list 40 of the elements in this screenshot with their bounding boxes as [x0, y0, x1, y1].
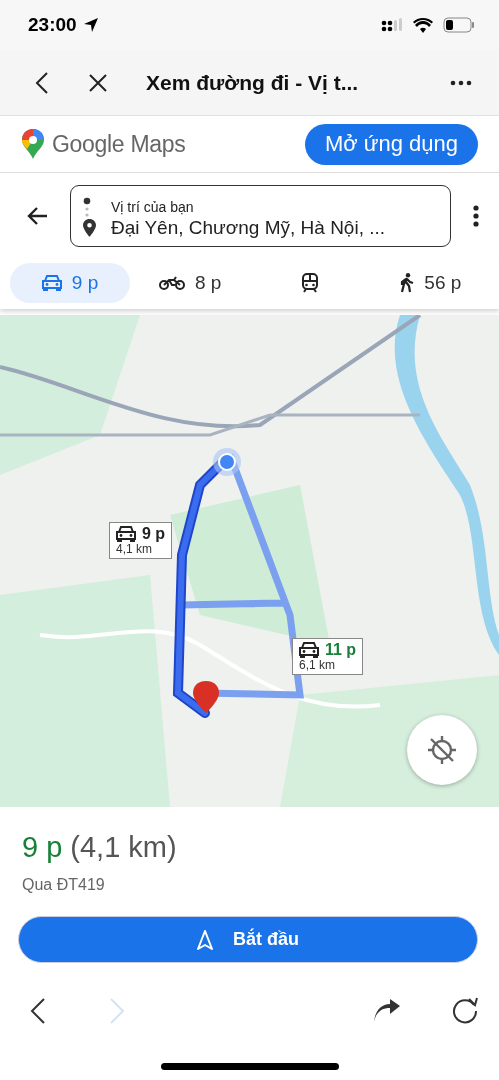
origin-dots-icon: [83, 197, 91, 217]
destination-text: Đại Yên, Chương Mỹ, Hà Nội, ...: [111, 217, 387, 239]
train-icon: [302, 273, 319, 293]
close-icon: [89, 73, 107, 92]
motorbike-icon: [158, 275, 185, 291]
route-field[interactable]: Vị trí của bạn Đại Yên, Chương Mỹ, Hà Nội, ...: [70, 185, 451, 247]
logo-text: Google Maps: [52, 130, 186, 158]
travel-mode-tab[interactable]: 9 p: [10, 263, 130, 303]
travel-distance: (4,1 km): [70, 831, 177, 864]
destination-pin-icon: [83, 219, 96, 237]
start-button[interactable]: Bắt đầu: [18, 916, 478, 963]
reload-icon: [451, 997, 479, 1025]
signal-icon: [381, 18, 403, 32]
map-pin-logo-icon: [22, 129, 44, 159]
battery-icon: [443, 17, 475, 33]
chevron-right-icon: [108, 998, 125, 1024]
walking-person-icon: [400, 273, 415, 293]
route-time-callout[interactable]: 9 p 4,1 km: [109, 522, 173, 560]
page-title: Xem đường đi - Vị t...: [146, 70, 360, 95]
route-time-callout[interactable]: 11 p 6,1 km: [292, 638, 364, 676]
back-arrow-button[interactable]: [26, 206, 48, 226]
share-arrow-icon: [372, 999, 401, 1023]
more-options-button[interactable]: [473, 205, 479, 227]
travel-mode-tab[interactable]: 8 p: [130, 263, 251, 303]
chevron-left-icon: [35, 71, 49, 94]
travel-time: 9 p: [22, 831, 63, 864]
crossed-target-icon: [427, 735, 457, 765]
location-arrow-icon: [82, 17, 99, 33]
open-app-button[interactable]: Mở ứng dụng: [304, 123, 478, 165]
car-icon: [116, 526, 136, 543]
origin-text: Vị trí của bạn: [111, 199, 195, 215]
route-via-text: Qua ĐT419: [22, 876, 106, 894]
navigation-arrow-icon: [197, 929, 213, 950]
clock-time: 23:00: [28, 14, 77, 36]
more-icon: [450, 79, 472, 86]
travel-mode-tab[interactable]: 56 p: [370, 263, 491, 303]
wifi-icon: [413, 17, 433, 33]
car-icon: [41, 275, 62, 291]
car-icon: [299, 642, 319, 659]
chevron-left-icon: [30, 998, 46, 1024]
